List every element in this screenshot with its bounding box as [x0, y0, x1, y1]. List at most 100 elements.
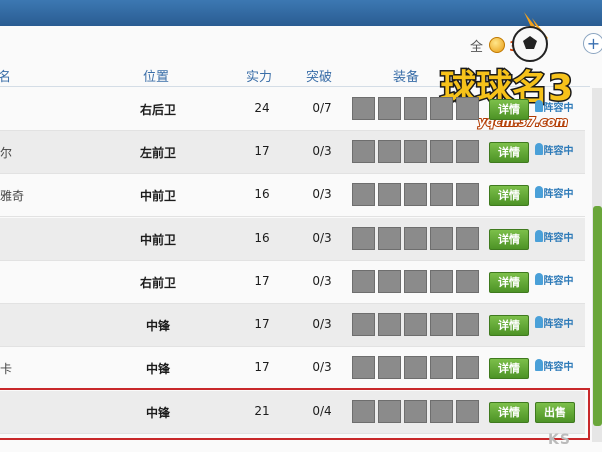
player-row[interactable]: 右后卫 24 0/7 详情 阵容中 [0, 88, 585, 131]
equip-slot[interactable] [352, 313, 375, 336]
in-lineup-label: 阵容中 [543, 189, 574, 200]
player-row[interactable]: 雅奇 中前卫 16 0/3 详情 阵容中 [0, 174, 585, 217]
player-power: 17 [254, 360, 270, 374]
detail-button[interactable]: 详情 [489, 185, 529, 206]
in-lineup-badge[interactable]: 阵容中 [533, 185, 575, 204]
player-break: 0/3 [312, 144, 332, 158]
equip-slot[interactable] [378, 313, 401, 336]
player-break: 0/7 [312, 101, 332, 115]
equip-slot[interactable] [430, 356, 453, 379]
player-row[interactable]: 中前卫 16 0/3 详情 阵容中 [0, 218, 585, 261]
equip-slot[interactable] [456, 270, 479, 293]
detail-button[interactable]: 详情 [489, 229, 529, 250]
equip-slots [352, 183, 482, 209]
equip-slot[interactable] [456, 140, 479, 163]
equip-slot[interactable] [430, 97, 453, 120]
equip-slot[interactable] [378, 140, 401, 163]
header-position: 位置 [143, 70, 170, 85]
equip-slot[interactable] [430, 313, 453, 336]
in-lineup-badge[interactable]: 阵容中 [533, 272, 575, 291]
in-lineup-label: 阵容中 [543, 146, 574, 157]
player-name: 卡 [0, 362, 13, 376]
in-lineup-label: 阵容中 [543, 276, 574, 287]
header-equip: 装备 [393, 70, 420, 85]
player-icon [534, 230, 543, 242]
equip-slot[interactable] [430, 227, 453, 250]
in-lineup-badge[interactable]: 阵容中 [533, 315, 575, 334]
equip-slot[interactable] [456, 97, 479, 120]
header-power: 实力 [246, 70, 273, 85]
equip-slot[interactable] [404, 140, 427, 163]
player-break: 0/3 [312, 187, 332, 201]
player-icon [534, 273, 543, 285]
player-power: 17 [254, 317, 270, 331]
player-icon [534, 100, 543, 112]
equip-slots [352, 140, 482, 166]
equip-slots [352, 97, 482, 123]
in-lineup-label: 阵容中 [543, 233, 574, 244]
equip-slots [352, 227, 482, 253]
equip-slot[interactable] [456, 313, 479, 336]
equip-slot[interactable] [378, 227, 401, 250]
in-lineup-badge[interactable]: 阵容中 [533, 142, 575, 161]
equip-slots [352, 356, 482, 382]
detail-button[interactable]: 详情 [489, 272, 529, 293]
equip-slot[interactable] [456, 356, 479, 379]
equip-slot[interactable] [378, 356, 401, 379]
in-lineup-badge[interactable]: 阵容中 [533, 229, 575, 248]
scrollbar-thumb[interactable] [593, 206, 602, 426]
equip-slot[interactable] [404, 270, 427, 293]
player-icon [534, 316, 543, 328]
detail-button[interactable]: 详情 [489, 358, 529, 379]
in-lineup-label: 阵容中 [543, 103, 574, 114]
equip-slots [352, 313, 482, 339]
equip-slot[interactable] [352, 356, 375, 379]
player-name: 雅奇 [0, 189, 25, 203]
equip-slots [352, 270, 482, 296]
player-row[interactable]: 右前卫 17 0/3 详情 阵容中 [0, 261, 585, 304]
equip-slot[interactable] [456, 183, 479, 206]
equip-slot[interactable] [456, 227, 479, 250]
equip-slot[interactable] [352, 183, 375, 206]
equip-slot[interactable] [378, 270, 401, 293]
equip-slot[interactable] [430, 140, 453, 163]
player-break: 0/3 [312, 360, 332, 374]
player-power: 17 [254, 274, 270, 288]
equip-slot[interactable] [378, 97, 401, 120]
player-icon [534, 359, 543, 371]
player-position: 中前卫 [139, 233, 176, 247]
player-row[interactable]: 中锋 17 0/3 详情 阵容中 [0, 304, 585, 347]
in-lineup-badge[interactable]: 阵容中 [533, 358, 575, 377]
player-break: 0/3 [312, 317, 332, 331]
player-row[interactable]: 卡 中锋 17 0/3 详情 阵容中 [0, 347, 585, 390]
equip-slot[interactable] [352, 140, 375, 163]
player-power: 24 [254, 101, 270, 115]
player-power: 16 [254, 231, 270, 245]
in-lineup-badge[interactable]: 阵容中 [533, 99, 575, 118]
player-break: 0/3 [312, 231, 332, 245]
player-power: 16 [254, 187, 270, 201]
detail-button[interactable]: 详情 [489, 99, 529, 120]
player-icon [534, 186, 543, 198]
detail-button[interactable]: 详情 [489, 315, 529, 336]
equip-slot[interactable] [404, 313, 427, 336]
player-icon [534, 143, 543, 155]
equip-slot[interactable] [404, 356, 427, 379]
equip-slot[interactable] [430, 270, 453, 293]
in-lineup-label: 阵容中 [543, 362, 574, 373]
player-row[interactable]: 尔 左前卫 17 0/3 详情 阵容中 [0, 131, 585, 174]
equip-slot[interactable] [404, 183, 427, 206]
equip-slot[interactable] [352, 270, 375, 293]
player-position: 中锋 [145, 319, 170, 333]
watermark: KS [548, 432, 571, 448]
player-break: 0/3 [312, 274, 332, 288]
equip-slot[interactable] [404, 227, 427, 250]
equip-slot[interactable] [430, 183, 453, 206]
detail-button[interactable]: 详情 [489, 142, 529, 163]
equip-slot[interactable] [352, 227, 375, 250]
equip-slot[interactable] [404, 97, 427, 120]
equip-slot[interactable] [352, 97, 375, 120]
player-position: 中锋 [145, 362, 170, 376]
player-name: 尔 [0, 146, 13, 160]
equip-slot[interactable] [378, 183, 401, 206]
